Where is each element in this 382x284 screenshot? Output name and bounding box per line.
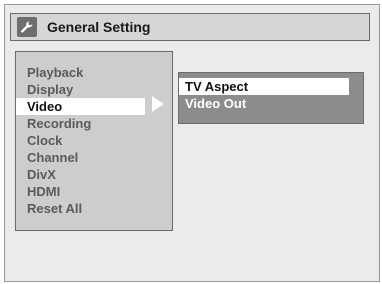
menu-item-hdmi[interactable]: HDMI xyxy=(16,183,172,200)
menu-item-display[interactable]: Display xyxy=(16,81,172,98)
menu-item-video[interactable]: Video xyxy=(16,98,145,115)
settings-menu: Playback Display Video Recording Clock C… xyxy=(15,51,173,231)
menu-item-divx[interactable]: DivX xyxy=(16,166,172,183)
menu-item-recording[interactable]: Recording xyxy=(16,115,172,132)
title-bar: General Setting xyxy=(10,13,370,41)
menu-item-playback[interactable]: Playback xyxy=(16,64,172,81)
menu-item-reset-all[interactable]: Reset All xyxy=(16,200,172,217)
wrench-icon xyxy=(17,17,37,37)
osd-screen: General Setting Playback Display Video R… xyxy=(4,4,380,282)
menu-item-clock[interactable]: Clock xyxy=(16,132,172,149)
submenu-item-video-out[interactable]: Video Out xyxy=(179,95,363,112)
menu-item-channel[interactable]: Channel xyxy=(16,149,172,166)
video-submenu: TV Aspect Video Out xyxy=(178,72,364,124)
chevron-right-icon xyxy=(152,96,164,112)
page-title: General Setting xyxy=(47,19,151,35)
submenu-item-tv-aspect[interactable]: TV Aspect xyxy=(179,78,349,95)
